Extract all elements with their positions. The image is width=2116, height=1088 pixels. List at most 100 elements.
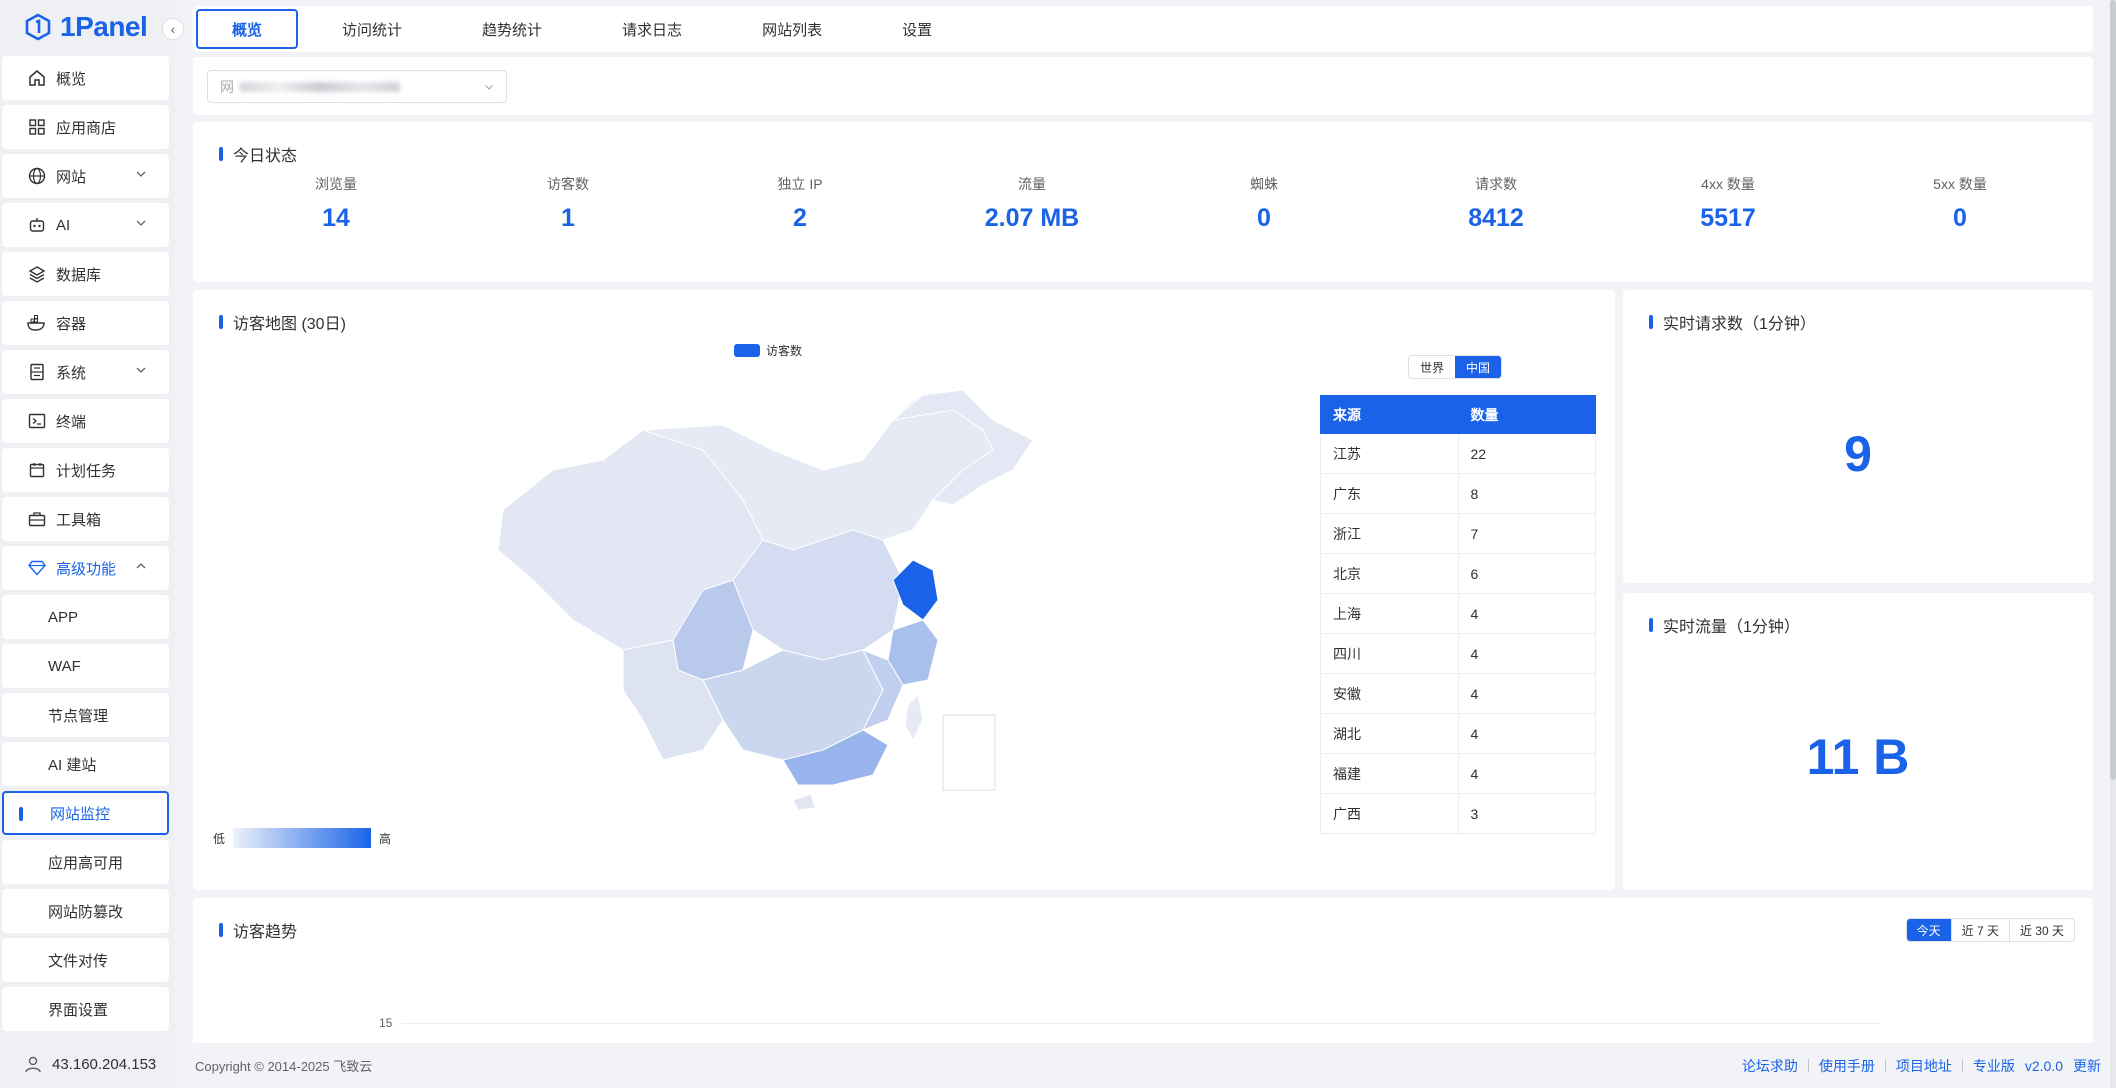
card-title: 实时请求数（1分钟） xyxy=(1649,310,1816,334)
sidebar-nav: 概览 应用商店 网站 AI 数据库 容器 系统 终端 计划任务 工具箱 高级功能… xyxy=(2,56,169,1036)
sidebar-item-database[interactable]: 数据库 xyxy=(2,252,169,296)
divider xyxy=(1961,1059,1963,1072)
table-row[interactable]: 广东 8 xyxy=(1320,473,1596,514)
scope-world-button[interactable]: 世界 xyxy=(1409,356,1455,378)
app-name: 1Panel xyxy=(60,11,148,42)
table-row[interactable]: 福建 4 xyxy=(1320,753,1596,794)
collapse-sidebar-button[interactable]: ‹ xyxy=(162,18,184,40)
realtime-requests-card: 实时请求数（1分钟） 9 xyxy=(1623,290,2093,583)
link-update[interactable]: 更新 xyxy=(2073,1056,2101,1076)
trend-range-toggle[interactable]: 今天 近 7 天 近 30 天 xyxy=(1905,918,2075,942)
table-row[interactable]: 北京 6 xyxy=(1320,553,1596,594)
cell-count: 3 xyxy=(1457,793,1596,834)
tab-settings[interactable]: 设置 xyxy=(866,9,968,49)
sidebar-item-overview[interactable]: 概览 xyxy=(2,56,169,100)
stat-4xx: 4xx 数量 5517 xyxy=(1700,176,1756,232)
scrollbar-thumb[interactable] xyxy=(2110,0,2116,780)
sidebar-item-system[interactable]: 系统 xyxy=(2,350,169,394)
tab-visit-stats[interactable]: 访问统计 xyxy=(306,9,438,49)
logo-icon xyxy=(25,13,51,41)
map-region-jiangsu[interactable] xyxy=(892,559,939,621)
map-legend[interactable]: 访客数 xyxy=(734,342,802,359)
chevron-down-icon xyxy=(136,367,146,373)
link-project[interactable]: 项目地址 xyxy=(1896,1056,1952,1076)
visual-range[interactable]: 低高 xyxy=(213,828,391,848)
server-icon xyxy=(26,361,48,383)
sidebar-subitem-nodes[interactable]: 节点管理 xyxy=(2,693,169,737)
active-indicator xyxy=(19,807,23,821)
sidebar-subitem-app[interactable]: APP xyxy=(2,595,169,639)
map-region-hainan[interactable] xyxy=(792,793,816,810)
sidebar-item-terminal[interactable]: 终端 xyxy=(2,399,169,443)
sidebar-subitem-ai-site[interactable]: AI 建站 xyxy=(2,742,169,786)
sidebar-item-appstore[interactable]: 应用商店 xyxy=(2,105,169,149)
sidebar-item-cron[interactable]: 计划任务 xyxy=(2,448,169,492)
globe-icon xyxy=(26,165,48,187)
tab-trend-stats[interactable]: 趋势统计 xyxy=(446,9,578,49)
map-region-taiwan[interactable] xyxy=(904,693,924,742)
china-map[interactable] xyxy=(493,390,1033,810)
cell-count: 4 xyxy=(1457,713,1596,754)
app-logo[interactable]: 1Panel xyxy=(0,0,175,54)
table-row[interactable]: 湖北 4 xyxy=(1320,713,1596,754)
sidebar-subitem-website-monitor[interactable]: 网站监控 xyxy=(2,791,169,835)
trend-y-tick: 15 xyxy=(379,1016,393,1030)
sidebar-subitem-ui-settings[interactable]: 界面设置 xyxy=(2,987,169,1031)
realtime-requests-value: 9 xyxy=(1844,426,1872,482)
sidebar-subitem-file-transfer[interactable]: 文件对传 xyxy=(2,938,169,982)
visitor-map-card: 访客地图 (30日) 访客数 低高 世界 中国 来源 数量 江苏 22 广东 8… xyxy=(193,290,1615,890)
sidebar-item-container[interactable]: 容器 xyxy=(2,301,169,345)
table-row[interactable]: 江苏 22 xyxy=(1320,433,1596,474)
version: v2.0.0 xyxy=(2024,1057,2063,1074)
sidebar-subitem-tamper-protect[interactable]: 网站防篡改 xyxy=(2,889,169,933)
table-row[interactable]: 浙江 7 xyxy=(1320,513,1596,554)
link-pro[interactable]: 专业版 xyxy=(1973,1056,2015,1076)
table-row[interactable]: 上海 4 xyxy=(1320,593,1596,634)
cell-count: 4 xyxy=(1457,593,1596,634)
column-header-source[interactable]: 来源 xyxy=(1320,395,1459,434)
cell-count: 6 xyxy=(1457,553,1596,594)
trend-range-7d[interactable]: 近 7 天 xyxy=(1950,919,2009,941)
stat-traffic: 流量 2.07 MB xyxy=(984,176,1080,232)
sidebar-item-website[interactable]: 网站 xyxy=(2,154,169,198)
table-row[interactable]: 广西 3 xyxy=(1320,793,1596,834)
column-header-count[interactable]: 数量 xyxy=(1457,395,1596,434)
cell-source: 福建 xyxy=(1320,753,1459,794)
server-ip[interactable]: 43.160.204.153 xyxy=(24,1055,156,1073)
tab-request-log[interactable]: 请求日志 xyxy=(586,9,718,49)
tab-overview[interactable]: 概览 xyxy=(196,9,299,49)
sidebar-item-ai[interactable]: AI xyxy=(2,203,169,247)
map-region-central[interactable] xyxy=(732,529,904,661)
divider xyxy=(1807,1059,1809,1072)
today-status-card: 今日状态 浏览量 14 访客数 1 独立 IP 2 流量 2.07 MB 蜘蛛 0 请求数… xyxy=(193,122,2093,282)
cell-count: 22 xyxy=(1457,433,1596,474)
sidebar-item-advanced[interactable]: 高级功能 xyxy=(2,546,169,590)
chevron-down-icon xyxy=(136,171,146,177)
trend-range-today[interactable]: 今天 xyxy=(1906,919,1951,941)
home-icon xyxy=(26,67,48,89)
trend-gridline xyxy=(401,1023,1881,1024)
cell-source: 江苏 xyxy=(1320,433,1459,474)
card-title: 访客地图 (30日) xyxy=(219,310,346,334)
cell-source: 安徽 xyxy=(1320,673,1459,714)
terminal-icon xyxy=(26,410,48,432)
card-title: 今日状态 xyxy=(219,142,297,166)
realtime-traffic-value: 11 B xyxy=(1806,729,1910,785)
scope-china-button[interactable]: 中国 xyxy=(1455,356,1502,378)
tab-website-list[interactable]: 网站列表 xyxy=(726,9,858,49)
sidebar-subitem-app-ha[interactable]: 应用高可用 xyxy=(2,840,169,884)
cell-source: 北京 xyxy=(1320,553,1459,594)
site-select[interactable]: 网 xyxy=(207,70,507,103)
trend-range-30d[interactable]: 近 30 天 xyxy=(2008,919,2074,941)
link-manual[interactable]: 使用手册 xyxy=(1819,1056,1875,1076)
link-forum[interactable]: 论坛求助 xyxy=(1742,1056,1798,1076)
table-row[interactable]: 安徽 4 xyxy=(1320,673,1596,714)
map-scope-toggle[interactable]: 世界 中国 xyxy=(1408,355,1503,379)
grid-icon xyxy=(26,116,48,138)
page-scrollbar[interactable] xyxy=(2110,0,2116,1088)
table-row[interactable]: 四川 4 xyxy=(1320,633,1596,674)
sidebar-subitem-waf[interactable]: WAF xyxy=(2,644,169,688)
legend-swatch xyxy=(734,344,760,357)
sidebar-item-toolbox[interactable]: 工具箱 xyxy=(2,497,169,541)
province-table: 来源 数量 江苏 22 广东 8 浙江 7 北京 6 上海 4 四川 4 安徽 4 湖北 4 福建 4 广西 3 xyxy=(1320,395,1596,834)
